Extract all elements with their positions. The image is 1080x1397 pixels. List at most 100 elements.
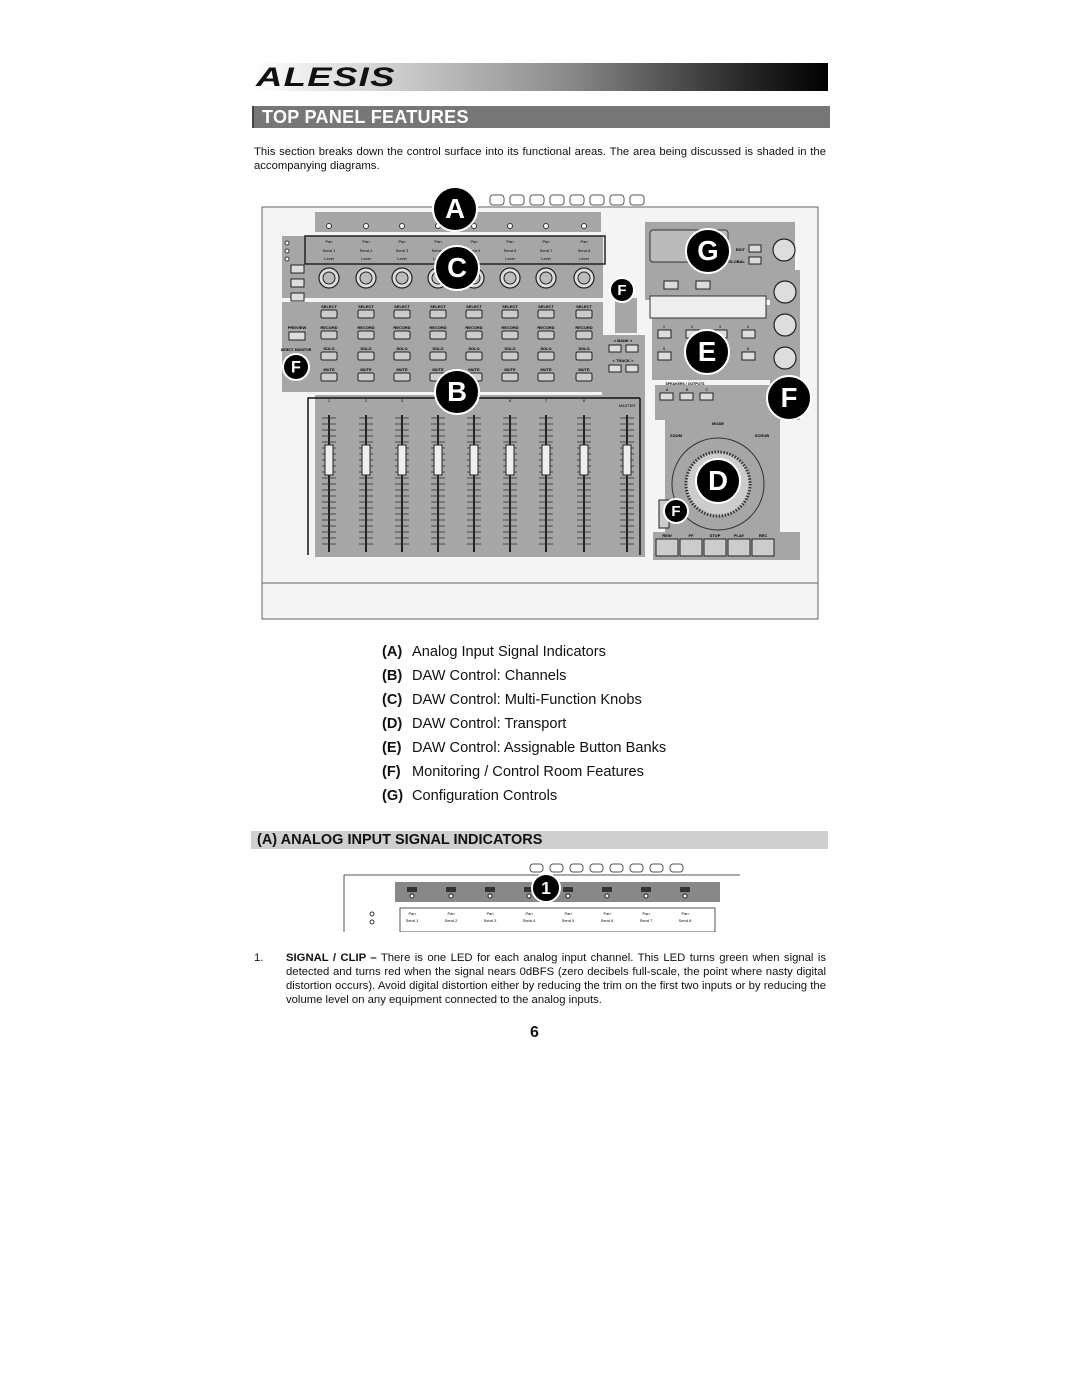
preview-label: PREVIEW [288,325,307,330]
channel-button [501,309,519,319]
signal-indicators-detail-diagram: Pan Send 1 Pan Send 2 Pan Send 3 Pan Send 4 Pan S… [343,863,740,932]
assignable-button [741,351,756,361]
speakers-label: SPEAKERS / OUTPUTS [666,382,706,386]
legend-key: (F) [382,764,401,780]
knob-label: Send 6 [504,248,517,253]
channel-button [465,330,483,340]
signal-label [602,887,612,892]
signal-led [543,223,549,229]
channel-button [429,309,447,319]
signal-label [680,887,690,892]
legend-item: (D) DAW Control: Transport [382,712,666,736]
status-led [284,240,290,246]
channel-button [357,372,375,382]
layer-button [290,264,305,274]
callout-label: G [697,235,718,266]
knob-label: Level [397,256,407,261]
speaker-button-label: A [666,387,669,392]
callout-label: 1 [541,878,551,898]
config-button [748,256,762,265]
channel-button [537,351,555,361]
channel-button [393,372,411,382]
button-label: SELECT [538,304,554,309]
page-left-button [663,280,679,290]
master-label: MASTER [619,403,636,408]
config-label: GLOBAL [728,259,745,264]
channel-button [501,351,519,361]
signal-label [446,887,456,892]
transport-label: FF [689,533,694,538]
button-label: SELECT [321,304,337,309]
legend-text: DAW Control: Multi-Function Knobs [412,692,642,708]
transport-button [655,538,679,557]
transport-button [751,538,775,557]
rear-connector [569,194,585,206]
channel-button [501,330,519,340]
button-label: RECORD [393,325,410,330]
nav-label: < BANK > [614,338,633,343]
legend-key: (E) [382,740,402,756]
channel-button [537,309,555,319]
button-label: MUTE [323,367,335,372]
channel-button [429,351,447,361]
config-button [748,244,762,253]
fader-cap [324,444,334,476]
button-label: MUTE [468,367,480,372]
nav-area [602,335,645,395]
status-led [284,256,290,262]
faders-area [315,395,645,557]
signal-led [326,223,332,229]
legend-item: (F) Monitoring / Control Room Features [382,760,666,784]
knob-label: Pan [564,911,571,916]
transport-label: STOP [710,533,721,538]
transport-button [727,538,751,557]
fader-cap [469,444,479,476]
callout-label: F [291,358,301,376]
monitor-level-knob [773,280,797,304]
knob-label: Pan [325,239,332,244]
nav-right-button [625,364,639,373]
callout-label: D [708,465,728,496]
nav-left-button [608,364,622,373]
knob-label: Send 8 [679,918,692,923]
legend-text: DAW Control: Assignable Button Banks [412,740,667,756]
channel-button [393,351,411,361]
button-label: SOLO [540,346,551,351]
rear-connector [489,194,505,206]
page-number: 6 [530,1024,539,1041]
knob-cap [322,271,336,285]
callout-label: F [781,382,798,413]
callout-label: F [617,282,626,299]
callout-label: B [447,376,467,407]
channel-button [501,372,519,382]
direct-monitor-label: DIRECT MONITOR [281,348,312,352]
legend-item: (G) Configuration Controls [382,784,666,808]
signal-label [485,887,495,892]
legend-key: (C) [382,692,403,708]
channel-button [465,351,483,361]
button-label: RECORD [575,325,592,330]
preview-button [288,331,306,341]
channel-button [357,309,375,319]
button-label: MUTE [360,367,372,372]
button-label: SELECT [502,304,518,309]
knob-label: Level [579,256,589,261]
fader-cap [505,444,515,476]
channel-button [537,372,555,382]
fader-cap [361,444,371,476]
knob-label: Level [361,256,371,261]
transport-label: REW [662,533,672,538]
knob-label: Pan [525,911,532,916]
button-label: SOLO [578,346,589,351]
feature-legend: (A) Analog Input Signal Indicators (B) DAW… [382,640,666,808]
value-knob [772,238,796,262]
knob-label: Pan [506,239,513,244]
button-label: MUTE [432,367,444,372]
button-label: SOLO [360,346,371,351]
callout-label: E [698,336,716,367]
zoom-label: ZOOM [670,433,683,438]
knob-label: Send 1 [406,918,419,923]
speaker-button [699,392,714,401]
knob-label: Pan [408,911,415,916]
knob-label: Send 6 [601,918,614,923]
